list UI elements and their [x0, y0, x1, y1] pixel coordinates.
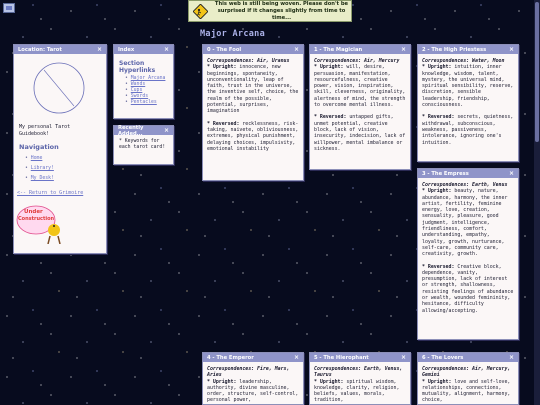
index-titlebar: Index × — [114, 45, 173, 54]
tarot-illustration — [19, 58, 99, 118]
card-correspondences: Correspondences: Air, Mercury — [314, 58, 400, 64]
card-titlebar: 2 - The High Priestess × — [418, 45, 518, 54]
reversed-text: untapped gifts, unmet potential, creativ… — [314, 114, 406, 152]
close-icon[interactable]: × — [97, 46, 102, 53]
card-correspondences: Correspondences: Water, Moon — [422, 58, 505, 64]
upright-text: innocence, new beginnings, spontaneity, … — [207, 64, 299, 115]
card-the-empress: 3 - The Empress × Correspondences: Earth… — [417, 168, 519, 340]
nav-item-desk[interactable]: My Desk! — [25, 174, 101, 184]
card-correspondences: Correspondences: Earth, Venus — [422, 182, 508, 188]
under-construction-sticker: Under Construction — [16, 204, 64, 245]
return-to-grimoire-link[interactable]: <-- Return to Grimoire — [17, 190, 83, 196]
close-icon[interactable]: × — [509, 354, 514, 361]
reversed-label: * Reversed: — [314, 114, 347, 121]
close-icon[interactable]: × — [509, 170, 514, 177]
card-title: 2 - The High Priestess — [422, 46, 487, 53]
card-correspondences: Correspondences: Air, Uranus — [207, 58, 290, 64]
reversed-label: * Reversed: — [422, 263, 455, 270]
card-title: 3 - The Empress — [422, 170, 469, 177]
upright-label: * Upright: — [314, 64, 344, 71]
upright-text: intuition, inner knowledge, wisdom, tale… — [422, 64, 514, 109]
index-item-pentacles[interactable]: Pentacles — [125, 100, 168, 106]
card-title: 0 - The Fool — [207, 46, 242, 53]
card-correspondences: Correspondences: Air, Mercury, Gemini — [422, 366, 511, 379]
upright-label: * Upright: — [207, 378, 237, 385]
sticker-line-2: Construction — [18, 216, 55, 222]
card-the-emperor: 4 - The Emperor × Correspondences: Fire,… — [202, 352, 304, 405]
scrollbar-thumb[interactable] — [535, 2, 539, 142]
card-titlebar: 3 - The Empress × — [418, 169, 518, 178]
upright-label: * Upright: — [422, 64, 452, 71]
construction-banner: This web is still being woven. Please do… — [188, 0, 352, 22]
upright-text: beauty, nature, abundance, harmony, the … — [422, 188, 508, 258]
close-icon[interactable]: × — [294, 354, 299, 361]
banner-line-2: surprised if it changes slightly from ti… — [217, 7, 346, 21]
card-title: 5 - The Hierophant — [314, 354, 369, 361]
reversed-label: * Reversed: — [207, 120, 240, 127]
card-the-high-priestess: 2 - The High Priestess × Correspondences… — [417, 44, 519, 162]
close-icon[interactable]: × — [509, 46, 514, 53]
card-the-fool: 0 - The Fool × Correspondences: Air, Ura… — [202, 44, 304, 181]
recent-title: Recently Added... — [118, 124, 144, 137]
card-the-hierophant: 5 - The Hierophant × Correspondences: Ea… — [309, 352, 411, 405]
card-titlebar: 0 - The Fool × — [203, 45, 303, 54]
card-correspondences: Correspondences: Fire, Mars, Aries — [207, 366, 290, 379]
reversed-label: * Reversed: — [422, 114, 455, 121]
card-title: 1 - The Magician — [314, 46, 363, 53]
card-titlebar: 5 - The Hierophant × — [310, 353, 410, 362]
banner-line-1: This web is still being woven. Please do… — [214, 0, 349, 7]
card-titlebar: 6 - The Lovers × — [418, 353, 518, 362]
close-icon[interactable]: × — [164, 127, 169, 134]
index-title: Index — [118, 46, 135, 53]
navigation-heading: Navigation — [19, 143, 59, 151]
close-icon[interactable]: × — [401, 46, 406, 53]
index-list: Major Arcana Wands Cups Swords Pentacles — [125, 76, 168, 106]
reversed-text: Creative block, dependence, vanity, pres… — [422, 263, 514, 314]
card-correspondences: Correspondences: Earth, Venus, Taurus — [314, 366, 403, 379]
upright-label: * Upright: — [422, 378, 452, 385]
page-title: Major Arcana — [200, 29, 266, 39]
upright-label: * Upright: — [314, 378, 344, 385]
upright-label: * Upright: — [207, 64, 237, 71]
upright-text: will, desire, persuasion, manifestation,… — [314, 64, 406, 109]
upright-label: * Upright: — [422, 188, 452, 195]
close-icon[interactable]: × — [164, 46, 169, 53]
location-titlebar: Location: Tarot × — [14, 45, 106, 54]
card-title: 6 - The Lovers — [422, 354, 464, 361]
close-icon[interactable]: × — [401, 354, 406, 361]
index-panel: Index × Section Hyperlinks Major Arcana … — [113, 44, 174, 119]
card-titlebar: 4 - The Emperor × — [203, 353, 303, 362]
location-title: Location: Tarot — [18, 46, 62, 53]
warning-sign-icon — [192, 3, 208, 19]
card-title: 4 - The Emperor — [207, 354, 254, 361]
location-caption: My personal Tarot Guidebook! — [19, 124, 71, 137]
section-hyperlinks-heading: Section Hyperlinks — [119, 60, 156, 74]
recent-titlebar: Recently Added... × — [114, 124, 173, 137]
window-icon[interactable] — [3, 3, 15, 13]
card-titlebar: 1 - The Magician × — [310, 45, 410, 54]
recent-text: * Keywords for each tarot card! — [119, 139, 166, 150]
card-the-lovers: 6 - The Lovers × Correspondences: Air, M… — [417, 352, 519, 405]
navigation-list: Home Library! My Desk! — [25, 154, 101, 184]
page-scrollbar[interactable] — [534, 0, 540, 405]
sticker-line-1: Under — [24, 209, 43, 215]
nav-item-home[interactable]: Home — [25, 154, 101, 164]
card-the-magician: 1 - The Magician × Correspondences: Air,… — [309, 44, 411, 170]
recent-panel: Recently Added... × * Keywords for each … — [113, 125, 174, 165]
close-icon[interactable]: × — [294, 46, 299, 53]
nav-item-library[interactable]: Library! — [25, 164, 101, 174]
